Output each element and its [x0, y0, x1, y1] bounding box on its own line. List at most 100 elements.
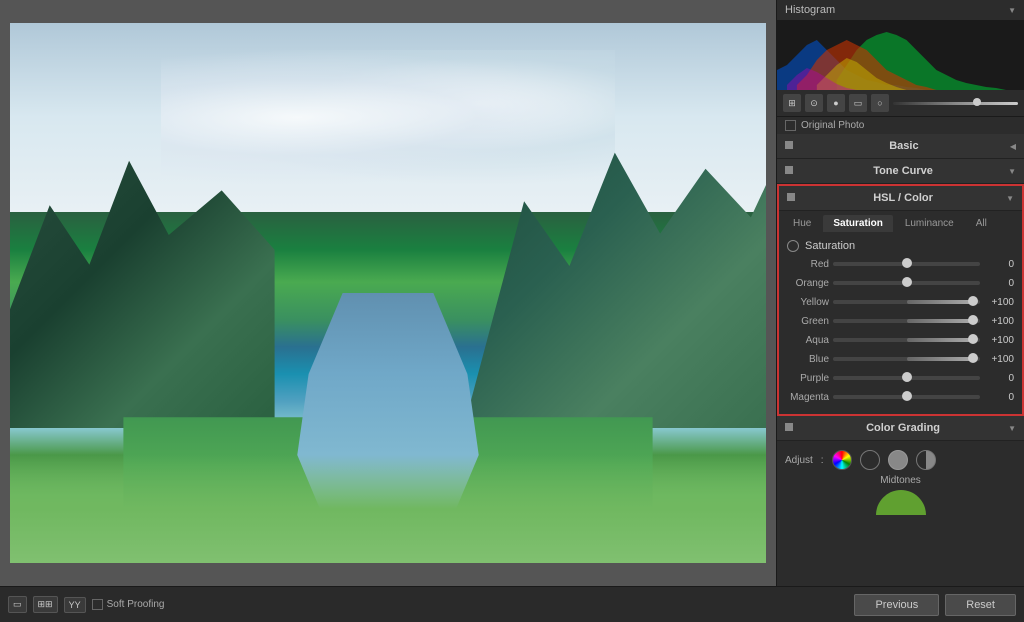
tone-curve-toggle-icon[interactable]: [785, 166, 793, 174]
aqua-track: [833, 338, 980, 342]
original-photo-label: Original Photo: [801, 120, 864, 131]
magenta-slider-container[interactable]: [833, 389, 980, 405]
green-fill: [907, 319, 973, 323]
cg-toggle-icon[interactable]: [785, 423, 793, 431]
basic-arrow-icon[interactable]: ◀: [1010, 142, 1016, 151]
slider-row-blue: Blue +100: [787, 351, 1014, 367]
aqua-value: +100: [984, 335, 1014, 346]
aqua-label: Aqua: [787, 335, 829, 346]
slider-row-yellow: Yellow +100: [787, 294, 1014, 310]
red-value: 0: [984, 259, 1014, 270]
yellow-thumb[interactable]: [968, 296, 978, 306]
previous-button[interactable]: Previous: [854, 594, 939, 616]
histogram-crop-icon[interactable]: ⊙: [805, 94, 823, 112]
original-photo-checkbox[interactable]: [785, 120, 796, 131]
red-thumb[interactable]: [902, 258, 912, 268]
compare-view-button[interactable]: YY: [64, 597, 86, 613]
histogram-svg: [777, 20, 1024, 90]
cg-green-arc: [876, 490, 926, 515]
green-label: Green: [787, 316, 829, 327]
histogram-exposure-slider[interactable]: [893, 102, 1018, 105]
grid-view-button[interactable]: ⊞⊞: [33, 596, 58, 613]
slider-row-purple: Purple 0: [787, 370, 1014, 386]
photo-frame: [10, 23, 766, 563]
slider-row-red: Red 0: [787, 256, 1014, 272]
tab-all[interactable]: All: [966, 215, 997, 232]
basic-title: Basic: [889, 140, 918, 152]
tone-curve-left: [785, 165, 798, 177]
magenta-thumb[interactable]: [902, 391, 912, 401]
color-grading-title: Color Grading: [866, 422, 940, 434]
slider-row-magenta: Magenta 0: [787, 389, 1014, 405]
red-slider-container[interactable]: [833, 256, 980, 272]
view-mode-icon: ▭: [13, 599, 22, 610]
red-track: [833, 262, 980, 266]
histogram-grid-icon[interactable]: ⊞: [783, 94, 801, 112]
basic-section-header[interactable]: Basic ◀: [777, 134, 1024, 159]
cg-shadows-circle[interactable]: [860, 450, 880, 470]
color-grading-content: Adjust : Midtones: [777, 441, 1024, 521]
tab-hue[interactable]: Hue: [783, 215, 821, 232]
green-thumb[interactable]: [968, 315, 978, 325]
yellow-label: Yellow: [787, 297, 829, 308]
histogram-header: Histogram ▼: [777, 0, 1024, 20]
hsl-toggle-icon[interactable]: [787, 193, 795, 201]
purple-slider-container[interactable]: [833, 370, 980, 386]
tone-curve-title: Tone Curve: [873, 165, 933, 177]
histogram-circle-icon[interactable]: ○: [871, 94, 889, 112]
blue-fill: [907, 357, 973, 361]
aqua-slider-container[interactable]: [833, 332, 980, 348]
cg-highlights-circle[interactable]: [916, 450, 936, 470]
blue-thumb[interactable]: [968, 353, 978, 363]
green-slider-container[interactable]: [833, 313, 980, 329]
hsl-arrow-icon[interactable]: ▼: [1006, 194, 1014, 203]
orange-track: [833, 281, 980, 285]
bottom-right-nav: Previous Reset: [854, 594, 1016, 616]
photo-container: [0, 0, 776, 586]
cg-midtones-label: Midtones: [785, 473, 1016, 488]
histogram-spot-icon[interactable]: ●: [827, 94, 845, 112]
cg-adjust-colon: :: [821, 455, 824, 466]
purple-thumb[interactable]: [902, 372, 912, 382]
yellow-slider-container[interactable]: [833, 294, 980, 310]
green-track: [833, 319, 980, 323]
histogram-dropdown-icon[interactable]: ▼: [1008, 6, 1016, 15]
soft-proofing-checkbox[interactable]: [92, 599, 103, 610]
orange-value: 0: [984, 278, 1014, 289]
saturation-header: Saturation: [787, 238, 1014, 256]
original-photo-row: Original Photo: [777, 117, 1024, 134]
slider-row-orange: Orange 0: [787, 275, 1014, 291]
tab-luminance[interactable]: Luminance: [895, 215, 964, 232]
saturation-label: Saturation: [805, 240, 855, 252]
tone-curve-arrow-icon[interactable]: ▼: [1008, 167, 1016, 176]
cg-adjust-label: Adjust: [785, 455, 813, 466]
basic-left: [785, 140, 798, 152]
color-grading-section: Color Grading ▼ Adjust : Midtones: [777, 416, 1024, 521]
yellow-fill: [907, 300, 973, 304]
slider-row-aqua: Aqua +100: [787, 332, 1014, 348]
blue-slider-container[interactable]: [833, 351, 980, 367]
histogram-title: Histogram: [785, 4, 835, 16]
foreground: [10, 455, 766, 563]
cg-color-wheel[interactable]: [832, 450, 852, 470]
histogram-rect-icon[interactable]: ▭: [849, 94, 867, 112]
saturation-target-icon[interactable]: [787, 240, 799, 252]
orange-thumb[interactable]: [902, 277, 912, 287]
cg-arrow-icon[interactable]: ▼: [1008, 424, 1016, 433]
cg-midtones-circle[interactable]: [888, 450, 908, 470]
orange-slider-container[interactable]: [833, 275, 980, 291]
yellow-track: [833, 300, 980, 304]
view-mode-button[interactable]: ▭: [8, 596, 27, 613]
aqua-thumb[interactable]: [968, 334, 978, 344]
histogram-section: Histogram ▼ ⊞ ⊙: [777, 0, 1024, 134]
purple-label: Purple: [787, 373, 829, 384]
saturation-panel: Saturation Red 0 Orange: [779, 232, 1022, 414]
tab-saturation[interactable]: Saturation: [823, 215, 892, 232]
tone-curve-section-header[interactable]: Tone Curve ▼: [777, 159, 1024, 184]
hsl-tabs: Hue Saturation Luminance All: [779, 211, 1022, 232]
compare-icon: YY: [69, 600, 81, 610]
basic-toggle-icon[interactable]: [785, 141, 793, 149]
hsl-section-header[interactable]: HSL / Color ▼: [779, 186, 1022, 211]
reset-button[interactable]: Reset: [945, 594, 1016, 616]
color-grading-header[interactable]: Color Grading ▼: [777, 416, 1024, 441]
